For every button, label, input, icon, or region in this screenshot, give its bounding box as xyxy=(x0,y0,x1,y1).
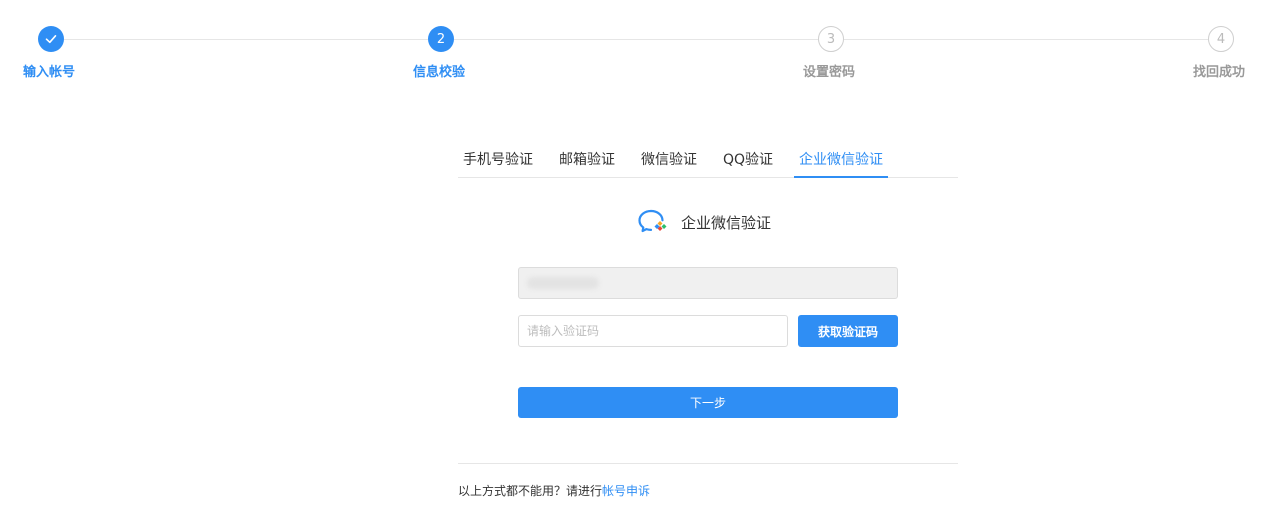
tab-wecom-verification[interactable]: 企业微信验证 xyxy=(794,146,888,178)
step-connector xyxy=(64,39,428,40)
tab-phone-verification[interactable]: 手机号验证 xyxy=(463,146,533,178)
masked-account-text xyxy=(527,277,599,289)
verification-tabs: 手机号验证 邮箱验证 微信验证 QQ验证 企业微信验证 xyxy=(458,146,958,178)
account-field xyxy=(518,267,898,299)
step-connector xyxy=(454,39,818,40)
step-1-label: 输入帐号 xyxy=(23,65,76,80)
step-3-label: 设置密码 xyxy=(803,65,856,80)
tab-wechat-verification[interactable]: 微信验证 xyxy=(641,146,697,178)
next-step-button[interactable]: 下一步 xyxy=(518,387,898,418)
step-4-label: 找回成功 xyxy=(1193,65,1246,80)
step-4-circle: 4 xyxy=(1208,26,1234,52)
step-2-circle: 2 xyxy=(428,26,454,52)
progress-stepper: 输入帐号 2 信息校验 3 设置密码 4 找回成功 xyxy=(0,0,1276,90)
section-title: 企业微信验证 xyxy=(681,213,772,232)
footer-note: 以上方式都不能用？请进行帐号申诉 xyxy=(458,482,650,499)
checkmark-icon xyxy=(45,35,57,44)
divider xyxy=(458,463,958,464)
step-3-circle: 3 xyxy=(818,26,844,52)
tab-email-verification[interactable]: 邮箱验证 xyxy=(559,146,615,178)
verification-code-input[interactable] xyxy=(518,315,788,347)
account-appeal-link[interactable]: 帐号申诉 xyxy=(602,484,650,498)
section-heading: 企业微信验证 xyxy=(637,207,771,237)
wecom-icon xyxy=(638,209,667,233)
footer-prefix: 以上方式都不能用？请进行 xyxy=(458,484,603,498)
step-2-label: 信息校验 xyxy=(413,65,466,80)
step-1-circle xyxy=(38,26,64,52)
step-connector xyxy=(844,39,1208,40)
tab-qq-verification[interactable]: QQ验证 xyxy=(723,146,773,178)
get-code-button[interactable]: 获取验证码 xyxy=(798,315,898,347)
